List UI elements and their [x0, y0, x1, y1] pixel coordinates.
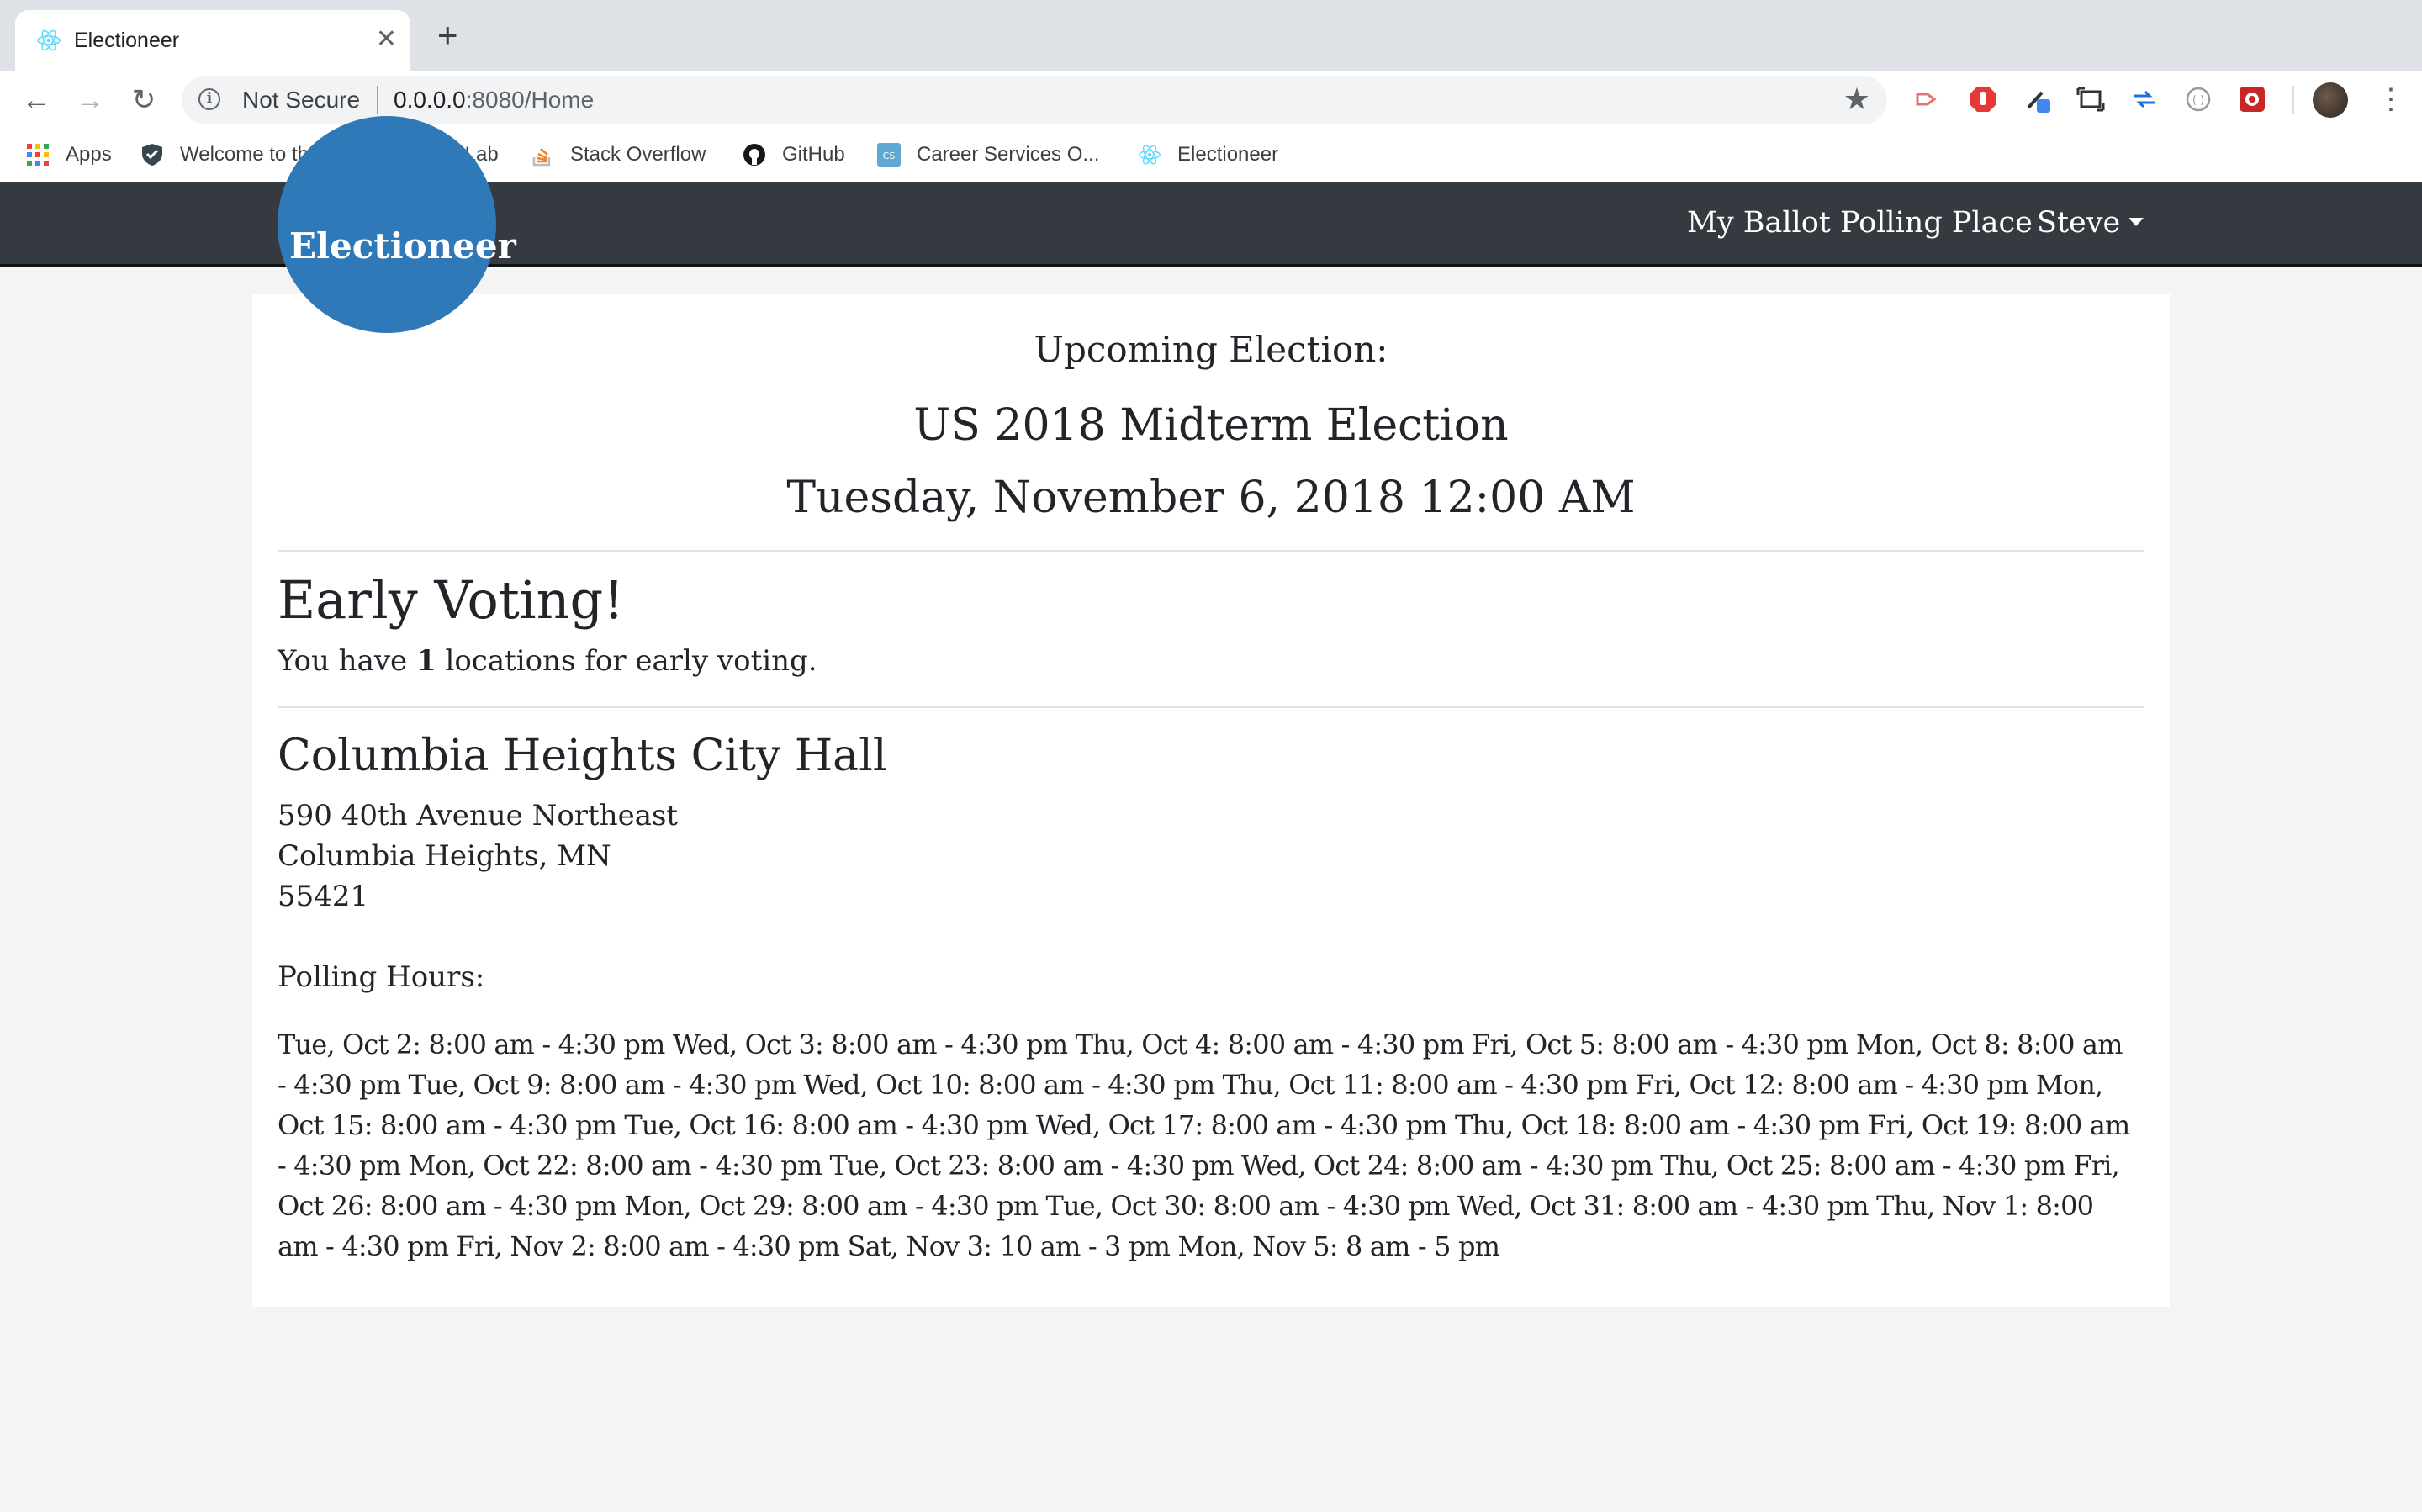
url-separator [377, 86, 378, 114]
bookmark-career-services[interactable]: CS Career Services O... [876, 140, 1099, 170]
polling-hours-label: Polling Hours: [278, 960, 485, 994]
address-bar[interactable]: i Not Secure 0.0.0.0:8080/Home ★ [182, 76, 1887, 124]
shield-check-icon [142, 144, 162, 166]
new-tab-icon[interactable]: + [437, 18, 458, 53]
info-icon[interactable]: i [198, 88, 220, 110]
back-arrow-icon[interactable]: ← [17, 81, 56, 119]
location-name: Columbia Heights City Hall [278, 731, 887, 781]
reload-icon[interactable]: ↻ [124, 81, 163, 119]
bookmark-apps[interactable]: Apps [25, 140, 112, 170]
bookmark-label: Apps [66, 143, 112, 166]
extension-cast-icon[interactable] [1912, 84, 1943, 114]
early-voting-count: You have 1 locations for early voting. [278, 642, 817, 679]
browser-tabstrip: Electioneer ✕ + [0, 0, 2422, 71]
upcoming-election-heading: Upcoming Election: [1034, 329, 1388, 370]
extension-adblock-icon[interactable] [1968, 84, 1998, 114]
address-line-2: Columbia Heights, MN [278, 839, 611, 873]
react-icon [1139, 145, 1161, 165]
svg-text:CS: CS [883, 151, 896, 161]
menu-dots-icon[interactable]: ⋮ [2377, 81, 2405, 118]
stackoverflow-icon [532, 148, 551, 167]
nav-my-ballot[interactable]: My Ballot [1687, 204, 1831, 242]
polling-hours-line: Tue, Oct 2: 8:00 am - 4:30 pm Wed, Oct 3… [278, 1028, 2123, 1060]
svg-text:( ): ( ) [2192, 94, 2204, 107]
toolbar-divider [2292, 86, 2294, 114]
polling-hours-line: Oct 15: 8:00 am - 4:30 pm Tue, Oct 16: 8… [278, 1109, 2130, 1141]
divider [278, 550, 2144, 552]
apps-grid-icon [27, 144, 49, 166]
location-count: 1 [415, 644, 436, 678]
extension-eyedropper-icon[interactable] [2023, 84, 2054, 114]
extension-red-icon[interactable] [2237, 84, 2267, 114]
browser-tab[interactable]: Electioneer ✕ [15, 10, 410, 71]
bookmark-github[interactable]: GitHub [742, 140, 845, 170]
polling-hours-line: Oct 26: 8:00 am - 4:30 pm Mon, Oct 29: 8… [278, 1190, 2094, 1222]
brand-title[interactable]: Electioneer [289, 224, 516, 269]
count-suffix: locations for early voting. [436, 644, 817, 678]
bookmark-label: Electioneer [1177, 143, 1279, 166]
address-line-1: 590 40th Avenue Northeast [278, 799, 679, 833]
bookmark-electioneer[interactable]: Electioneer [1137, 140, 1278, 170]
url-host: 0.0.0.0 [394, 87, 466, 113]
bookmark-label: Stack Overflow [570, 143, 706, 166]
tab-title: Electioneer [74, 29, 180, 52]
nav-polling-place[interactable]: Polling Place [1840, 204, 2033, 242]
address-zip: 55421 [278, 880, 369, 913]
extension-arrows-icon[interactable] [2129, 84, 2160, 114]
early-voting-title: Early Voting! [278, 569, 625, 631]
polling-hours-line: am - 4:30 pm Fri, Nov 2: 8:00 am - 4:30 … [278, 1230, 1500, 1262]
user-menu-dropdown[interactable]: Steve [2037, 204, 2144, 242]
extension-circle-icon[interactable]: ( ) [2183, 84, 2213, 114]
user-name: Steve [2037, 206, 2121, 240]
extension-screenshot-icon[interactable] [2076, 84, 2106, 114]
profile-avatar[interactable] [2313, 82, 2348, 118]
polling-hours-line: - 4:30 pm Mon, Oct 22: 8:00 am - 4:30 pm… [278, 1150, 2120, 1182]
caret-down-icon [2129, 217, 2144, 226]
bookmark-label: Career Services O... [917, 143, 1100, 166]
url-text[interactable]: 0.0.0.0:8080/Home [394, 87, 594, 114]
bookmark-star-icon[interactable]: ★ [1843, 82, 1870, 116]
forward-arrow-icon[interactable]: → [71, 81, 109, 119]
election-date: Tuesday, November 6, 2018 12:00 AM [786, 473, 1636, 523]
cs-icon: CS [877, 143, 901, 167]
election-name: US 2018 Midterm Election [913, 400, 1509, 451]
bookmark-stackoverflow[interactable]: Stack Overflow [530, 140, 706, 170]
election-card: Upcoming Election: US 2018 Midterm Elect… [252, 294, 2170, 1307]
react-icon [37, 29, 61, 51]
security-label: Not Secure [242, 87, 361, 113]
count-prefix: You have [278, 644, 416, 678]
bookmark-label: GitHub [782, 143, 845, 166]
url-path: :8080/Home [465, 87, 595, 113]
github-icon [743, 144, 765, 166]
divider [278, 706, 2144, 708]
close-tab-icon[interactable]: ✕ [376, 25, 397, 54]
polling-hours-line: - 4:30 pm Tue, Oct 9: 8:00 am - 4:30 pm … [278, 1069, 2103, 1101]
